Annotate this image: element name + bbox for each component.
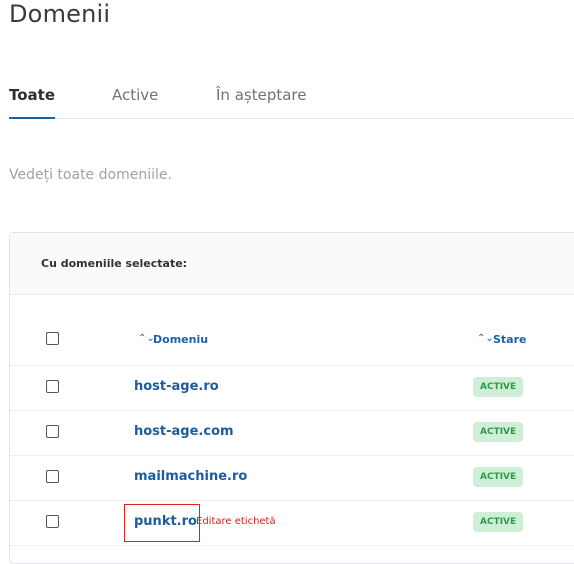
bulk-actions-label: Cu domeniile selectate: [41,257,188,270]
column-header-status[interactable]: Stare [493,333,527,346]
page-title: Domenii [9,0,111,28]
domain-link[interactable]: mailmachine.ro [134,469,247,484]
bulk-actions-bar: Cu domeniile selectate: [10,233,574,295]
status-badge: ACTIVE [473,377,524,397]
table-row: host-age.ro ACTIVE [10,365,574,411]
edit-label-link[interactable]: Editare etichetă [196,516,276,527]
tab-active[interactable]: Active [112,86,158,117]
tab-pending[interactable]: În așteptare [216,86,306,117]
table-row: mailmachine.ro ACTIVE [10,455,574,501]
domains-table-panel: Cu domeniile selectate: ⌃⌄ Domeniu ⌃⌄ St… [9,232,574,564]
sort-updown-icon[interactable]: ⌃⌄ [138,333,155,344]
table-header-row: ⌃⌄ Domeniu ⌃⌄ Stare [10,295,574,366]
table-row: host-age.com ACTIVE [10,410,574,456]
sort-updown-icon[interactable]: ⌃⌄ [477,333,494,344]
tab-all[interactable]: Toate [9,86,56,119]
select-all-checkbox[interactable] [46,332,59,345]
table-row: punkt.ro Editare etichetă ACTIVE [10,500,574,546]
row-checkbox[interactable] [46,425,59,438]
domain-link[interactable]: host-age.ro [134,379,219,394]
column-header-domain[interactable]: Domeniu [153,333,208,346]
domain-link[interactable]: host-age.com [134,424,234,439]
page-subtitle: Vedeți toate domeniile. [9,167,172,183]
row-checkbox[interactable] [46,380,59,393]
highlight-box [124,504,200,542]
row-checkbox[interactable] [46,470,59,483]
status-badge: ACTIVE [473,422,524,442]
row-checkbox[interactable] [46,515,59,528]
tab-bar: Toate Active În așteptare [9,86,574,119]
status-badge: ACTIVE [473,512,524,532]
status-badge: ACTIVE [473,467,524,487]
